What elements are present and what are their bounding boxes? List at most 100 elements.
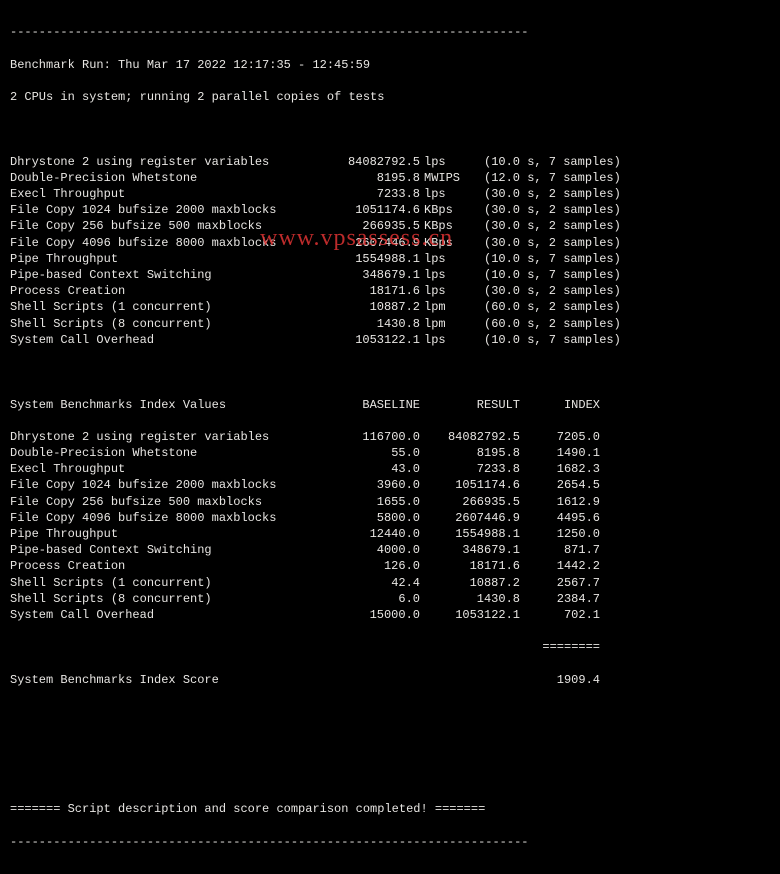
index-baseline: 6.0 <box>330 591 420 607</box>
index-test-name: Shell Scripts (1 concurrent) <box>10 575 330 591</box>
index-test-name: Double-Precision Whetstone <box>10 445 330 461</box>
index-value: 7205.0 <box>520 429 600 445</box>
separator-line: ----------------------------------------… <box>10 834 770 850</box>
test-name: Shell Scripts (1 concurrent) <box>10 299 320 315</box>
index-result: 1051174.6 <box>420 477 520 493</box>
index-test-name: Dhrystone 2 using register variables <box>10 429 330 445</box>
test-value: 266935.5 <box>320 218 420 234</box>
score-underline-row: ======== <box>10 639 770 655</box>
test-result-row: Dhrystone 2 using register variables8408… <box>10 154 770 170</box>
test-timing: (10.0 s, 7 samples) <box>472 267 664 283</box>
index-test-name: File Copy 4096 bufsize 8000 maxblocks <box>10 510 330 526</box>
test-unit: lpm <box>420 299 472 315</box>
test-result-row: File Copy 256 bufsize 500 maxblocks26693… <box>10 218 770 234</box>
test-value: 1430.8 <box>320 316 420 332</box>
test-timing: (30.0 s, 2 samples) <box>472 186 664 202</box>
test-unit: MWIPS <box>420 170 472 186</box>
test-unit: lps <box>420 283 472 299</box>
test-timing: (10.0 s, 7 samples) <box>472 154 664 170</box>
index-baseline: 4000.0 <box>330 542 420 558</box>
index-test-name: File Copy 256 bufsize 500 maxblocks <box>10 494 330 510</box>
score-label: System Benchmarks Index Score <box>10 672 330 688</box>
test-name: Double-Precision Whetstone <box>10 170 320 186</box>
test-name: Pipe Throughput <box>10 251 320 267</box>
test-result-row: Execl Throughput7233.8lps(30.0 s, 2 samp… <box>10 186 770 202</box>
index-value: 1442.2 <box>520 558 600 574</box>
test-timing: (30.0 s, 2 samples) <box>472 202 664 218</box>
index-result: 8195.8 <box>420 445 520 461</box>
blank-line <box>10 704 770 720</box>
test-timing: (30.0 s, 2 samples) <box>472 283 664 299</box>
index-result: 10887.2 <box>420 575 520 591</box>
index-result: 1430.8 <box>420 591 520 607</box>
index-row: Shell Scripts (1 concurrent)42.410887.22… <box>10 575 770 591</box>
index-row: Dhrystone 2 using register variables1167… <box>10 429 770 445</box>
index-baseline: 42.4 <box>330 575 420 591</box>
index-test-name: Shell Scripts (8 concurrent) <box>10 591 330 607</box>
index-value: 2654.5 <box>520 477 600 493</box>
index-score-row: System Benchmarks Index Score 1909.4 <box>10 672 770 688</box>
test-value: 2607446.9 <box>320 235 420 251</box>
test-name: File Copy 256 bufsize 500 maxblocks <box>10 218 320 234</box>
test-unit: lps <box>420 154 472 170</box>
test-value: 18171.6 <box>320 283 420 299</box>
test-unit: lps <box>420 186 472 202</box>
index-baseline: 126.0 <box>330 558 420 574</box>
index-value: 1250.0 <box>520 526 600 542</box>
benchmark-run-line: Benchmark Run: Thu Mar 17 2022 12:17:35 … <box>10 57 770 73</box>
index-header-row: System Benchmarks Index ValuesBASELINERE… <box>10 397 770 413</box>
index-value: 4495.6 <box>520 510 600 526</box>
test-unit: KBps <box>420 202 472 218</box>
test-timing: (10.0 s, 7 samples) <box>472 251 664 267</box>
test-unit: lpm <box>420 316 472 332</box>
index-test-name: System Call Overhead <box>10 607 330 623</box>
index-test-name: Process Creation <box>10 558 330 574</box>
index-value: 702.1 <box>520 607 600 623</box>
test-name: Execl Throughput <box>10 186 320 202</box>
blank-line <box>10 364 770 380</box>
index-baseline: 5800.0 <box>330 510 420 526</box>
score-value: 1909.4 <box>520 672 600 688</box>
blank-line <box>10 736 770 752</box>
index-header-index: INDEX <box>520 397 600 413</box>
test-unit: lps <box>420 251 472 267</box>
test-result-row: File Copy 1024 bufsize 2000 maxblocks105… <box>10 202 770 218</box>
test-name: File Copy 1024 bufsize 2000 maxblocks <box>10 202 320 218</box>
blank-line <box>10 769 770 785</box>
test-result-row: Pipe-based Context Switching348679.1lps(… <box>10 267 770 283</box>
index-result: 1554988.1 <box>420 526 520 542</box>
blank-line <box>10 121 770 137</box>
test-value: 1051174.6 <box>320 202 420 218</box>
index-result: 1053122.1 <box>420 607 520 623</box>
index-baseline: 116700.0 <box>330 429 420 445</box>
test-timing: (12.0 s, 7 samples) <box>472 170 664 186</box>
test-result-row: Process Creation18171.6lps(30.0 s, 2 sam… <box>10 283 770 299</box>
index-row: Execl Throughput43.07233.81682.3 <box>10 461 770 477</box>
index-baseline: 15000.0 <box>330 607 420 623</box>
test-timing: (30.0 s, 2 samples) <box>472 218 664 234</box>
index-values-block: Dhrystone 2 using register variables1167… <box>10 429 770 623</box>
index-baseline: 55.0 <box>330 445 420 461</box>
index-row: Double-Precision Whetstone55.08195.81490… <box>10 445 770 461</box>
index-value: 871.7 <box>520 542 600 558</box>
index-row: System Call Overhead15000.01053122.1702.… <box>10 607 770 623</box>
test-name: System Call Overhead <box>10 332 320 348</box>
cpu-info-line: 2 CPUs in system; running 2 parallel cop… <box>10 89 770 105</box>
index-baseline: 12440.0 <box>330 526 420 542</box>
test-value: 1053122.1 <box>320 332 420 348</box>
index-baseline: 3960.0 <box>330 477 420 493</box>
index-value: 2567.7 <box>520 575 600 591</box>
test-name: File Copy 4096 bufsize 8000 maxblocks <box>10 235 320 251</box>
index-row: File Copy 1024 bufsize 2000 maxblocks396… <box>10 477 770 493</box>
test-unit: KBps <box>420 235 472 251</box>
test-value: 7233.8 <box>320 186 420 202</box>
index-value: 2384.7 <box>520 591 600 607</box>
index-header-title: System Benchmarks Index Values <box>10 397 330 413</box>
index-result: 84082792.5 <box>420 429 520 445</box>
index-row: Pipe Throughput12440.01554988.11250.0 <box>10 526 770 542</box>
test-value: 10887.2 <box>320 299 420 315</box>
index-value: 1490.1 <box>520 445 600 461</box>
test-results-block: Dhrystone 2 using register variables8408… <box>10 154 770 348</box>
terminal-output: ----------------------------------------… <box>0 0 780 874</box>
test-result-row: Shell Scripts (8 concurrent)1430.8lpm(60… <box>10 316 770 332</box>
